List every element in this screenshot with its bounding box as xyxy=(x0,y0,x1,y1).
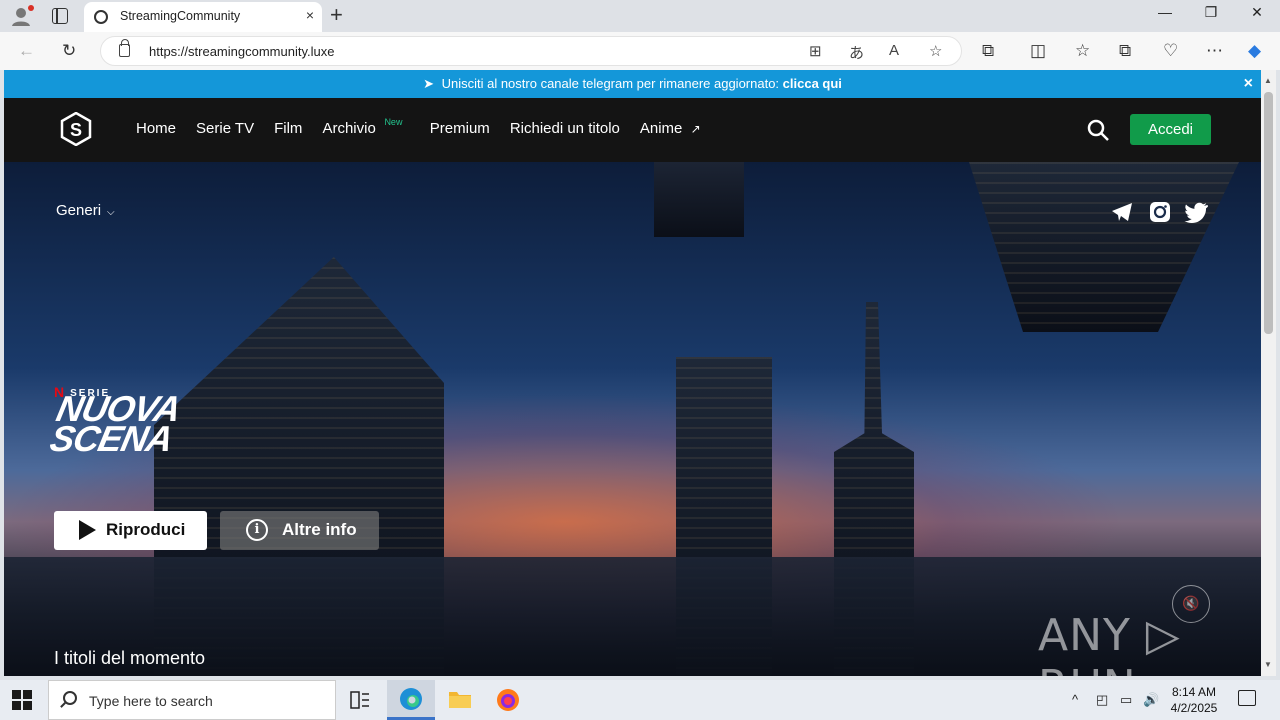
read-aloud-icon[interactable]: A xyxy=(889,42,899,59)
nav-anime[interactable]: Anime ↗ xyxy=(640,120,701,137)
close-window-button[interactable]: ✕ xyxy=(1234,4,1280,21)
close-tab-icon[interactable]: × xyxy=(306,7,314,23)
telegram-social-icon[interactable] xyxy=(1110,200,1134,224)
edge-taskbar-icon[interactable] xyxy=(387,680,435,720)
chevron-down-icon: ⌵ xyxy=(107,207,115,218)
nav-anime-label: Anime xyxy=(639,120,683,137)
scrollbar-thumb[interactable] xyxy=(1264,92,1273,334)
web-page: ➤ Unisciti al nostro canale telegram per… xyxy=(4,70,1261,676)
back-arrow-icon[interactable]: ← xyxy=(18,41,35,61)
nav-richiedi[interactable]: Richiedi un titolo xyxy=(510,120,620,137)
profile-icon[interactable] xyxy=(10,5,34,27)
site-favicon-icon xyxy=(94,10,108,24)
browser-essentials-icon[interactable]: ♡ xyxy=(1163,41,1178,61)
instagram-icon[interactable] xyxy=(1148,200,1172,224)
translate-icon[interactable]: あ xyxy=(849,42,864,63)
system-clock[interactable]: 8:14 AM 4/2/2025 xyxy=(1166,684,1222,716)
show-hidden-icons-chevron[interactable]: ^ xyxy=(1072,692,1078,707)
clock-time: 8:14 AM xyxy=(1171,685,1217,699)
nav-home[interactable]: Home xyxy=(136,120,176,137)
scroll-up-icon[interactable]: ▲ xyxy=(1264,76,1272,85)
banner-link[interactable]: clicca qui xyxy=(783,76,842,91)
app-available-icon[interactable]: ⊞ xyxy=(809,42,822,60)
url-text[interactable]: https://streamingcommunity.luxe xyxy=(149,44,334,59)
taskbar-search-placeholder: Type here to search xyxy=(89,693,213,709)
browser-tab-strip: StreamingCommunity × + — ❐ ✕ xyxy=(0,0,1280,32)
close-banner-icon[interactable]: × xyxy=(1244,70,1253,98)
taskbar-search-box[interactable]: Type here to search xyxy=(48,680,336,720)
genres-label: Generi xyxy=(56,202,102,219)
banner-text: Unisciti al nostro canale telegram per r… xyxy=(441,76,780,91)
scroll-down-icon[interactable]: ▼ xyxy=(1264,660,1272,669)
genres-dropdown[interactable]: Generi ⌵ xyxy=(56,202,115,219)
site-logo[interactable]: S xyxy=(60,111,92,147)
network-icon[interactable]: ▭ xyxy=(1120,692,1132,708)
task-view-icon[interactable] xyxy=(336,680,384,720)
page-scrollbar[interactable]: ▲ ▼ xyxy=(1261,70,1276,676)
more-info-label: Altre info xyxy=(282,520,357,539)
lock-icon[interactable] xyxy=(119,39,130,57)
hero-banner: Generi ⌵ N SERIE NUOVA SCENA Riproduci i A… xyxy=(4,162,1261,676)
favorite-star-icon[interactable]: ☆ xyxy=(929,42,942,60)
twitter-icon[interactable] xyxy=(1184,200,1209,224)
meet-now-icon[interactable]: ◰ xyxy=(1096,692,1108,708)
collections-icon[interactable]: ⧉ xyxy=(1119,41,1131,61)
notification-center-icon[interactable] xyxy=(1238,690,1256,706)
profile-notification-dot xyxy=(28,5,34,11)
site-header: S Home Serie TV Film Archivio New Premiu… xyxy=(4,98,1261,162)
trending-section-title: I titoli del momento xyxy=(54,648,206,668)
building-shape xyxy=(654,162,744,237)
firefox-icon[interactable] xyxy=(484,680,532,720)
external-link-icon: ↗ xyxy=(690,122,701,136)
volume-icon[interactable]: 🔊 xyxy=(1143,692,1159,708)
split-screen-icon[interactable]: ◫ xyxy=(1030,41,1046,61)
search-icon xyxy=(63,691,77,705)
anyrun-watermark: ANY ▷ RUN xyxy=(1038,610,1181,676)
show-title-line2: SCENA xyxy=(46,418,177,459)
new-badge: New xyxy=(384,117,403,127)
more-info-button[interactable]: i Altre info xyxy=(220,511,379,550)
windows-taskbar: Type here to search ^ ◰ ▭ 🔊 8:14 AM 4/2/… xyxy=(0,680,1280,720)
building-shape xyxy=(969,162,1239,332)
more-menu-icon[interactable]: ⋯ xyxy=(1206,41,1223,61)
nav-film[interactable]: Film xyxy=(274,120,302,137)
extensions-icon[interactable]: ⧉ xyxy=(982,41,994,61)
svg-text:S: S xyxy=(70,120,82,140)
windows-start-icon[interactable] xyxy=(12,690,32,710)
tab-actions-icon[interactable] xyxy=(52,8,68,24)
telegram-banner: ➤ Unisciti al nostro canale telegram per… xyxy=(4,70,1261,98)
search-icon[interactable] xyxy=(1086,118,1110,142)
telegram-icon: ➤ xyxy=(423,76,434,91)
clock-date: 4/2/2025 xyxy=(1170,701,1218,715)
refresh-icon[interactable]: ↻ xyxy=(62,41,76,61)
minimize-button[interactable]: — xyxy=(1142,4,1188,20)
address-bar[interactable]: https://streamingcommunity.luxe ⊞ あ A ☆ xyxy=(100,36,962,66)
show-title-logo: NUOVA SCENA xyxy=(46,388,184,459)
address-toolbar: ← ↻ https://streamingcommunity.luxe ⊞ あ … xyxy=(0,32,1280,70)
play-button[interactable]: Riproduci xyxy=(54,511,207,550)
tab-title: StreamingCommunity xyxy=(120,9,241,23)
restore-button[interactable]: ❐ xyxy=(1188,4,1234,21)
browser-tab-active[interactable]: StreamingCommunity × xyxy=(84,2,322,32)
nav-premium[interactable]: Premium xyxy=(430,120,490,137)
main-menu: Home Serie TV Film Archivio New Premium … xyxy=(136,117,701,137)
favorites-icon[interactable]: ☆ xyxy=(1075,41,1090,61)
copilot-icon[interactable]: ◆ xyxy=(1248,41,1261,61)
nav-archivio[interactable]: Archivio New xyxy=(322,117,402,137)
play-label: Riproduci xyxy=(106,520,186,539)
file-explorer-icon[interactable] xyxy=(436,680,484,720)
new-tab-button[interactable]: + xyxy=(330,2,343,28)
login-button[interactable]: Accedi xyxy=(1130,114,1211,145)
info-icon: i xyxy=(246,519,268,541)
play-icon xyxy=(79,520,96,540)
nav-serie-tv[interactable]: Serie TV xyxy=(196,120,254,137)
nav-archivio-label: Archivio xyxy=(322,120,376,137)
